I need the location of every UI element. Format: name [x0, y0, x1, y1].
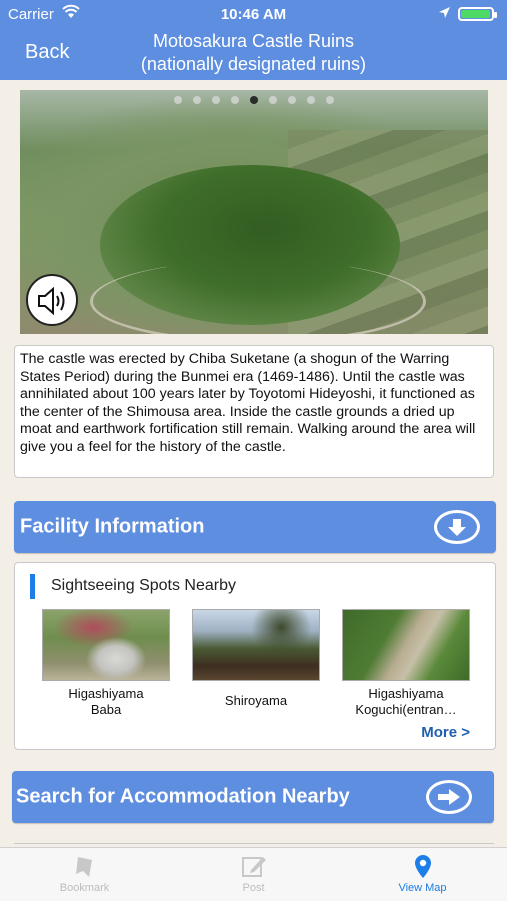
page-dot[interactable] [231, 96, 239, 104]
spot-thumbnail [342, 609, 470, 681]
back-button[interactable]: Back [25, 41, 69, 64]
more-spots-link[interactable]: More > [421, 724, 470, 741]
spot-name-line-2: Baba [90, 702, 122, 717]
post-icon [241, 854, 267, 885]
page-title: Motosakura Castle Ruins (nationally desi… [100, 30, 407, 76]
tab-post[interactable]: Post [169, 848, 338, 901]
divider [14, 843, 494, 844]
spot-name-line-1: Shiroyama [224, 693, 288, 708]
search-accommodation-label: Search for Accommodation Nearby [16, 785, 350, 808]
tab-view-map-label: View Map [398, 882, 447, 894]
road-scene [90, 260, 426, 334]
clock: 10:46 AM [220, 6, 287, 23]
spot-thumbnail [42, 609, 170, 681]
battery-icon [458, 7, 497, 21]
page-title-line-2: (nationally designated ruins) [140, 54, 367, 74]
castle-description: The castle was erected by Chiba Suketane… [14, 345, 494, 478]
right-arrow-circle-icon [426, 780, 472, 814]
status-bar: Carrier 10:46 AM [0, 0, 507, 28]
tab-bookmark-label: Bookmark [59, 882, 110, 894]
navigation-bar: Back Motosakura Castle Ruins (nationally… [0, 28, 507, 80]
spot-thumbnail [192, 609, 320, 681]
page-dot[interactable] [307, 96, 315, 104]
page-dot[interactable] [212, 96, 220, 104]
section-accent-bar [30, 574, 35, 599]
down-arrow-circle-icon [434, 510, 480, 544]
map-pin-icon [413, 854, 433, 885]
tab-bar: Bookmark Post View Map [0, 847, 507, 901]
page-dot[interactable] [326, 96, 334, 104]
spot-name-line-1: Higashiyama [368, 686, 444, 701]
tab-bookmark[interactable]: Bookmark [0, 848, 169, 901]
page-dot[interactable] [193, 96, 201, 104]
page-dot[interactable] [174, 96, 182, 104]
spot-item-higashiyama-baba[interactable]: Higashiyama Baba [41, 609, 171, 718]
speaker-icon [38, 286, 65, 316]
audio-guide-button[interactable] [26, 274, 78, 326]
location-arrow-icon [438, 6, 451, 23]
nearby-spots-header: Sightseeing Spots Nearby [51, 577, 236, 594]
spot-item-shiroyama[interactable]: Shiroyama [191, 609, 321, 709]
bookmark-icon [73, 854, 97, 885]
spot-name-line-2: Koguchi(entran… [355, 702, 457, 717]
page-title-line-1: Motosakura Castle Ruins [152, 31, 355, 51]
page-indicator[interactable] [20, 96, 488, 104]
page-dot[interactable] [269, 96, 277, 104]
spot-item-higashiyama-koguchi[interactable]: Higashiyama Koguchi(entran… [341, 609, 471, 718]
spot-name-line-1: Higashiyama [68, 686, 144, 701]
tab-view-map[interactable]: View Map [338, 848, 507, 901]
tab-post-label: Post [242, 882, 265, 894]
page-dot[interactable] [288, 96, 296, 104]
castle-photo-gallery[interactable] [20, 90, 488, 334]
nearby-spots-card: Sightseeing Spots Nearby Higashiyama Bab… [14, 562, 496, 750]
facility-information-button[interactable]: Facility Information [14, 501, 496, 553]
facility-information-label: Facility Information [20, 515, 205, 538]
page-dot[interactable] [250, 96, 258, 104]
search-accommodation-button[interactable]: Search for Accommodation Nearby [12, 771, 494, 823]
